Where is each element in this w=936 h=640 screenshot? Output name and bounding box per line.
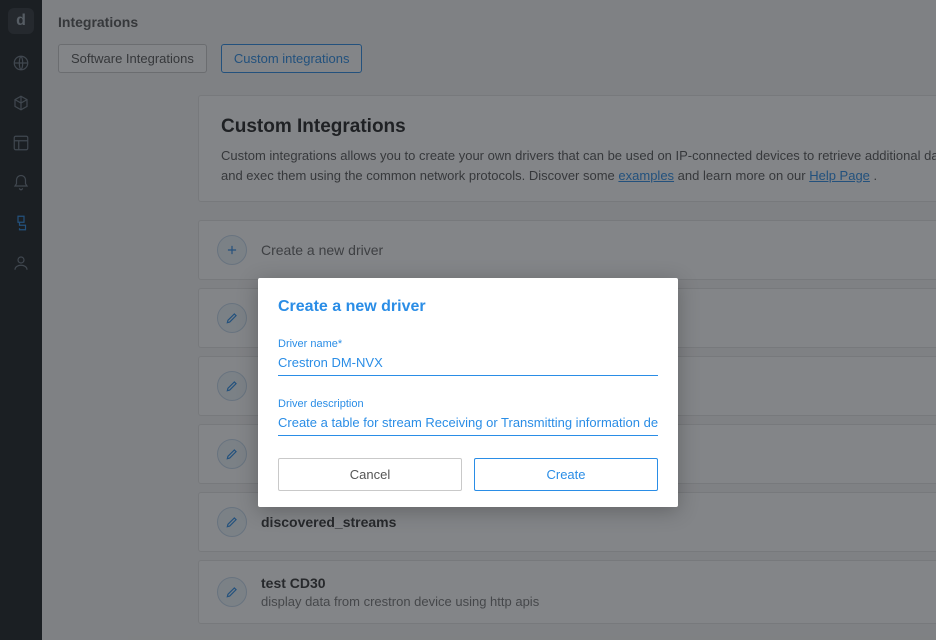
cancel-button[interactable]: Cancel bbox=[278, 458, 462, 491]
driver-description-field: Driver description bbox=[278, 398, 658, 436]
driver-name-field: Driver name* bbox=[278, 338, 658, 376]
create-driver-modal: Create a new driver Driver name* Driver … bbox=[258, 278, 678, 507]
create-button[interactable]: Create bbox=[474, 458, 658, 491]
modal-overlay[interactable]: Create a new driver Driver name* Driver … bbox=[0, 0, 936, 640]
driver-name-label: Driver name* bbox=[278, 338, 658, 350]
driver-name-input[interactable] bbox=[278, 352, 658, 376]
modal-actions: Cancel Create bbox=[278, 458, 658, 491]
driver-description-input[interactable] bbox=[278, 412, 658, 436]
driver-description-label: Driver description bbox=[278, 398, 658, 410]
modal-title: Create a new driver bbox=[278, 298, 658, 316]
